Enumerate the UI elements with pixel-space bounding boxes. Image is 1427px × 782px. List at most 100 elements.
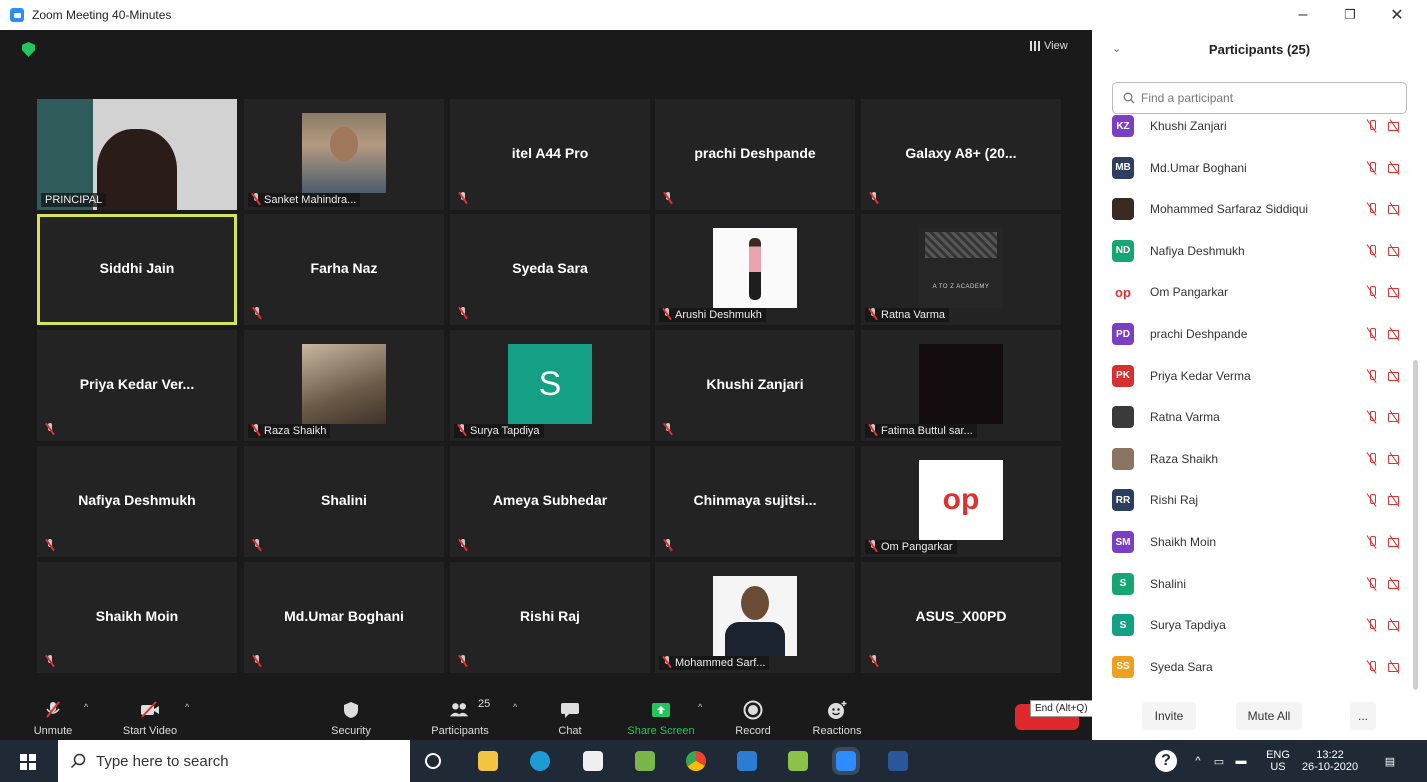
end-tooltip: End (Alt+Q) [1030, 700, 1093, 717]
video-tile-ameya[interactable]: Ameya Subhedar [450, 446, 650, 557]
video-tile-ratna[interactable]: A TO Z ACADEMY Ratna Varma [861, 214, 1061, 325]
participant-avatar: SS [1112, 655, 1134, 678]
video-tile-galaxy[interactable]: Galaxy A8+ (20... [861, 99, 1061, 210]
video-tile-asus[interactable]: ASUS_X00PD [861, 562, 1061, 673]
video-tile-fatima[interactable]: Fatima Buttul sar... [861, 330, 1061, 441]
close-button[interactable]: ✕ [1374, 0, 1420, 30]
participant-name: Galaxy A8+ (20... [905, 145, 1017, 161]
participant-row[interactable]: S Shalini [1112, 569, 1402, 599]
video-tile-itel[interactable]: itel A44 Pro [450, 99, 650, 210]
muted-mic-icon [458, 539, 468, 551]
muted-mic-icon [251, 424, 261, 436]
participant-row[interactable]: PD prachi Deshpande [1112, 319, 1402, 349]
participant-row[interactable]: op Om Pangarkar [1112, 277, 1402, 307]
participant-row[interactable]: Mohammed Sarfaraz Siddiqui [1112, 194, 1402, 224]
video-tile-principal[interactable]: PRINCIPAL [37, 99, 237, 210]
participant-name: Md.Umar Boghani [1150, 160, 1247, 175]
video-tile-arushi[interactable]: Arushi Deshmukh [655, 214, 855, 325]
tray-overflow-icon[interactable]: ^ [1190, 740, 1206, 782]
video-tile-umar[interactable]: Md.Umar Boghani [244, 562, 444, 673]
video-tile-raza[interactable]: Raza Shaikh [244, 330, 444, 441]
photos-app-icon[interactable] [635, 751, 655, 771]
participant-row[interactable]: MB Md.Umar Boghani [1112, 153, 1402, 183]
word-icon[interactable] [888, 751, 908, 771]
zoom-taskbar-icon[interactable] [832, 747, 860, 775]
video-tile-shalini[interactable]: Shalini [244, 446, 444, 557]
clock[interactable]: 13:22 26-10-2020 [1298, 740, 1362, 782]
file-explorer-icon[interactable] [478, 751, 498, 771]
video-tile-chinmaya[interactable]: Chinmaya sujitsi... [655, 446, 855, 557]
minimize-button[interactable]: – [1280, 0, 1326, 30]
video-tile-priya[interactable]: Priya Kedar Ver... [37, 330, 237, 441]
participant-name: prachi Deshpande [1150, 327, 1248, 341]
participant-row[interactable]: Ratna Varma [1112, 402, 1402, 432]
video-tile-nafiya[interactable]: Nafiya Deshmukh [37, 446, 237, 557]
participant-row[interactable]: KZ Khushi Zanjari [1112, 111, 1402, 141]
participant-name-label: Surya Tapdiya [454, 424, 544, 438]
search-placeholder: Find a participant [1141, 91, 1234, 105]
participant-row[interactable]: SS Syeda Sara [1112, 652, 1402, 682]
chat-button[interactable]: Chat [548, 690, 592, 740]
participant-row[interactable]: SM Shaikh Moin [1112, 527, 1402, 557]
share-screen-icon [650, 701, 672, 719]
video-tile-prachi[interactable]: prachi Deshpande [655, 99, 855, 210]
muted-mic-icon [662, 656, 672, 668]
mute-all-button[interactable]: Mute All [1236, 702, 1302, 730]
video-tile-farha[interactable]: Farha Naz [244, 214, 444, 325]
video-tile-shaikh[interactable]: Shaikh Moin [37, 562, 237, 673]
participant-row[interactable]: RR Rishi Raj [1112, 485, 1402, 515]
participant-name-label: Arushi Deshmukh [659, 308, 766, 322]
participant-row[interactable]: PK Priya Kedar Verma [1112, 361, 1402, 391]
store-icon[interactable] [583, 751, 603, 771]
participant-row[interactable]: Raza Shaikh [1112, 444, 1402, 474]
video-tile-khushi[interactable]: Khushi Zanjari [655, 330, 855, 441]
record-button[interactable]: Record [728, 690, 778, 740]
participant-row[interactable]: ND Nafiya Deshmukh [1112, 236, 1402, 266]
participant-search-input[interactable]: Find a participant [1112, 82, 1407, 114]
unmute-button[interactable]: Unmute [25, 690, 81, 740]
participant-name: Syeda Sara [1150, 659, 1213, 674]
mail-icon[interactable] [737, 751, 757, 771]
encryption-shield-icon[interactable] [22, 42, 35, 57]
participant-name: Priya Kedar Ver... [79, 376, 195, 392]
video-tile-rishi[interactable]: Rishi Raj [450, 562, 650, 673]
restore-button[interactable]: ❐ [1327, 0, 1373, 30]
help-icon[interactable]: ? [1155, 750, 1177, 772]
video-tile-om[interactable]: op Om Pangarkar [861, 446, 1061, 557]
chrome-icon[interactable] [686, 751, 706, 771]
share-options-caret-icon[interactable]: ^ [698, 702, 702, 712]
participant-name-label: Mohammed Sarf... [659, 656, 770, 670]
app-icon[interactable] [788, 751, 808, 771]
security-button[interactable]: Security [325, 690, 377, 740]
audio-options-caret-icon[interactable]: ^ [84, 702, 88, 712]
video-tile-surya[interactable]: S Surya Tapdiya [450, 330, 650, 441]
edge-browser-icon[interactable] [530, 751, 550, 771]
record-icon [742, 700, 764, 720]
battery-icon[interactable]: ▬ [1232, 740, 1250, 782]
more-options-button[interactable]: ... [1350, 702, 1376, 730]
video-off-icon [1388, 244, 1402, 258]
video-tile-syeda[interactable]: Syeda Sara [450, 214, 650, 325]
view-label: View [1044, 40, 1068, 52]
security-label: Security [331, 725, 371, 737]
video-options-caret-icon[interactable]: ^ [185, 702, 189, 712]
panel-scrollbar[interactable] [1413, 360, 1418, 690]
video-tile-sanket[interactable]: Sanket Mahindra... [244, 99, 444, 210]
cortana-icon[interactable] [425, 753, 441, 769]
participant-row[interactable]: S Surya Tapdiya [1112, 610, 1402, 640]
record-label: Record [735, 725, 771, 737]
start-video-button[interactable]: Start Video [112, 690, 188, 740]
notifications-icon[interactable]: ▤ [1378, 740, 1402, 782]
taskbar-search-input[interactable]: Type here to search [58, 740, 410, 782]
invite-button[interactable]: Invite [1142, 702, 1196, 730]
language-indicator[interactable]: ENG US [1260, 740, 1296, 782]
search-icon [1123, 92, 1135, 104]
reactions-button[interactable]: Reactions [806, 690, 868, 740]
video-tile-sarf[interactable]: Mohammed Sarf... [655, 562, 855, 673]
network-icon[interactable]: ▭ [1210, 740, 1228, 782]
windows-start-icon[interactable] [20, 754, 36, 770]
participants-caret-icon[interactable]: ^ [513, 702, 517, 712]
share-screen-button[interactable]: Share Screen [622, 690, 700, 740]
view-button[interactable]: View [1030, 40, 1068, 52]
video-tile-siddhi[interactable]: Siddhi Jain [37, 214, 237, 325]
